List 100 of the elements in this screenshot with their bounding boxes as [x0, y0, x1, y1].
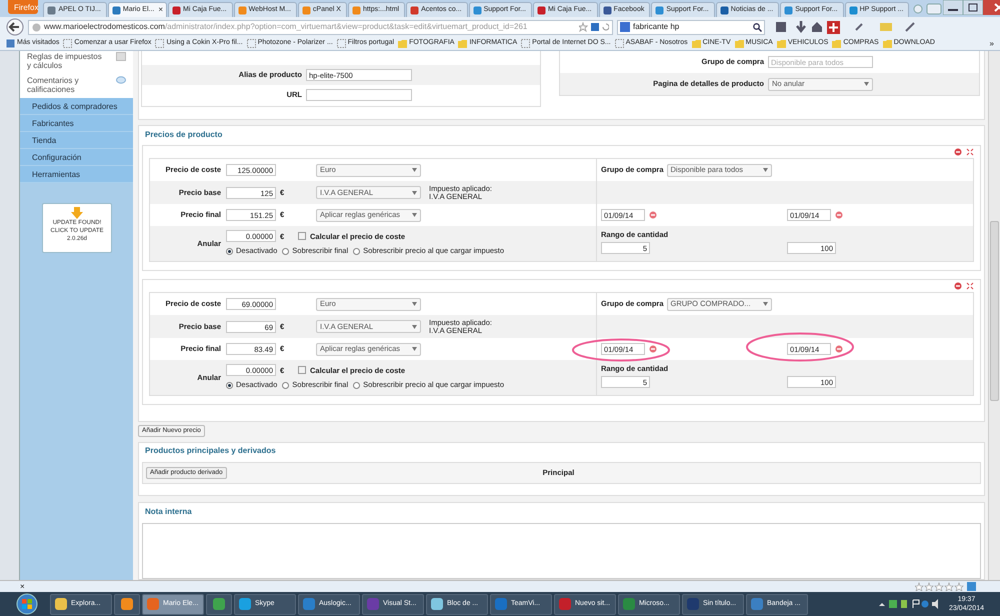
url-text: www.marioelectrodomesticos.com/administrator/index.php?option=com_virtuemart&view=product&task=edit&virtuemart_product_id=261 [44, 21, 528, 33]
remove-icon[interactable] [954, 282, 962, 290]
radio-button[interactable] [226, 248, 233, 254]
caret-icon [412, 213, 417, 217]
clear-date-icon[interactable] [835, 211, 843, 219]
favicon-icon [352, 6, 361, 14]
maximize-icon[interactable] [963, 0, 984, 15]
favicon-icon [472, 6, 482, 14]
search-field[interactable]: fabricante hp [617, 20, 765, 34]
sidebar-section[interactable]: Fabricantes [20, 115, 133, 132]
app-icon [622, 597, 636, 611]
app-icon [430, 597, 444, 611]
favicon-icon [784, 6, 794, 14]
download-icon[interactable] [795, 21, 807, 33]
close-addon-bar-button[interactable]: × [20, 580, 25, 592]
caret-icon [762, 302, 768, 306]
sidebar-section[interactable]: Configuración [20, 149, 133, 166]
radio-button[interactable] [282, 382, 290, 388]
checkbox[interactable] [298, 232, 306, 240]
favicon-icon [302, 6, 311, 14]
folder-icon [692, 39, 701, 48]
app-icon [302, 597, 316, 611]
app-icon [494, 597, 508, 611]
caret-icon [412, 302, 417, 306]
section-title: Precios de producto [145, 129, 222, 141]
search-engine-icon [620, 22, 630, 32]
table-icon [116, 52, 126, 61]
back-icon[interactable] [6, 18, 24, 36]
app-icon [120, 597, 134, 611]
folder-icon [458, 39, 468, 48]
caret-icon [412, 324, 417, 328]
radio-button[interactable] [353, 248, 360, 254]
favicon-icon [47, 6, 56, 14]
caret-icon [412, 168, 417, 172]
radio-button[interactable] [353, 382, 360, 388]
favicon-icon [410, 6, 420, 14]
addon-icon[interactable] [827, 20, 840, 34]
page-icon [614, 39, 624, 48]
taskbar-button[interactable] [206, 594, 232, 614]
scroll-thumb[interactable] [990, 221, 999, 401]
page-icon [336, 39, 346, 48]
search-icon[interactable] [753, 22, 762, 32]
more-bookmarks-button[interactable]: » [990, 38, 994, 50]
page-icon [6, 39, 15, 48]
close-tab-icon[interactable]: × [158, 4, 164, 16]
download-arrow-icon [71, 207, 83, 219]
app-icon [366, 597, 380, 611]
address-actions-icon[interactable] [579, 22, 609, 32]
app-icon [750, 597, 764, 611]
favicon-icon [655, 6, 664, 14]
clear-date-icon[interactable] [649, 345, 657, 353]
favicon-icon [720, 6, 729, 14]
taskbar-button[interactable] [114, 594, 140, 614]
page-icon [63, 39, 72, 48]
page-icon [521, 39, 530, 48]
favicon-icon [238, 6, 247, 14]
sidebar-link[interactable]: Comentarios y calificaciones [27, 76, 107, 94]
scrollbar[interactable] [988, 51, 1000, 580]
sidebar-section[interactable]: Tienda [20, 132, 133, 149]
system-tray-icon[interactable] [876, 598, 939, 610]
radio-button[interactable] [282, 248, 290, 254]
home-icon[interactable] [811, 21, 823, 33]
sidebar-section[interactable]: Herramientas [20, 166, 133, 183]
sidebar-section[interactable]: Pedidos & compradores [20, 98, 133, 115]
app-icon [686, 597, 700, 611]
favicon-icon [112, 6, 121, 14]
input-field[interactable] [306, 89, 412, 101]
clear-date-icon[interactable] [649, 211, 657, 219]
start-button-icon[interactable] [16, 593, 38, 615]
rating-stars-icon[interactable] [915, 582, 965, 591]
clear-date-icon[interactable] [835, 345, 843, 353]
caret-icon [412, 347, 417, 351]
comment-icon [116, 76, 126, 85]
caret-icon [412, 190, 417, 194]
app-icon [146, 597, 160, 611]
section-title: Productos principales y derivados [145, 445, 276, 457]
app-icon [212, 597, 226, 611]
folder-icon [398, 39, 408, 48]
caret-icon [864, 82, 869, 86]
drag-icon[interactable] [966, 282, 974, 290]
sidebar-link[interactable]: Reglas de impuestos y cálculos [27, 52, 107, 70]
checkbox[interactable] [298, 366, 306, 374]
app-icon [238, 597, 252, 611]
remove-icon[interactable] [954, 148, 962, 156]
folder-icon [832, 39, 842, 48]
address-bar[interactable]: www.marioelectrodomesticos.com/administrator/index.php?option=com_virtuemart&view=product&task=edit&virtuemart_product_id=261 [28, 20, 613, 34]
drag-icon[interactable] [966, 148, 974, 156]
folder-icon [776, 39, 786, 48]
page-icon [155, 39, 164, 48]
folder-icon [882, 39, 892, 48]
caret-icon [762, 168, 768, 172]
favicon-icon [602, 6, 612, 14]
favicon-icon [172, 6, 182, 14]
folder-icon [734, 39, 744, 48]
app-icon [558, 597, 572, 611]
minimize-icon[interactable] [943, 0, 964, 15]
favicon-icon [537, 6, 546, 14]
radio-button[interactable] [226, 382, 233, 388]
app-icon [54, 597, 68, 611]
globe-icon [32, 22, 41, 32]
